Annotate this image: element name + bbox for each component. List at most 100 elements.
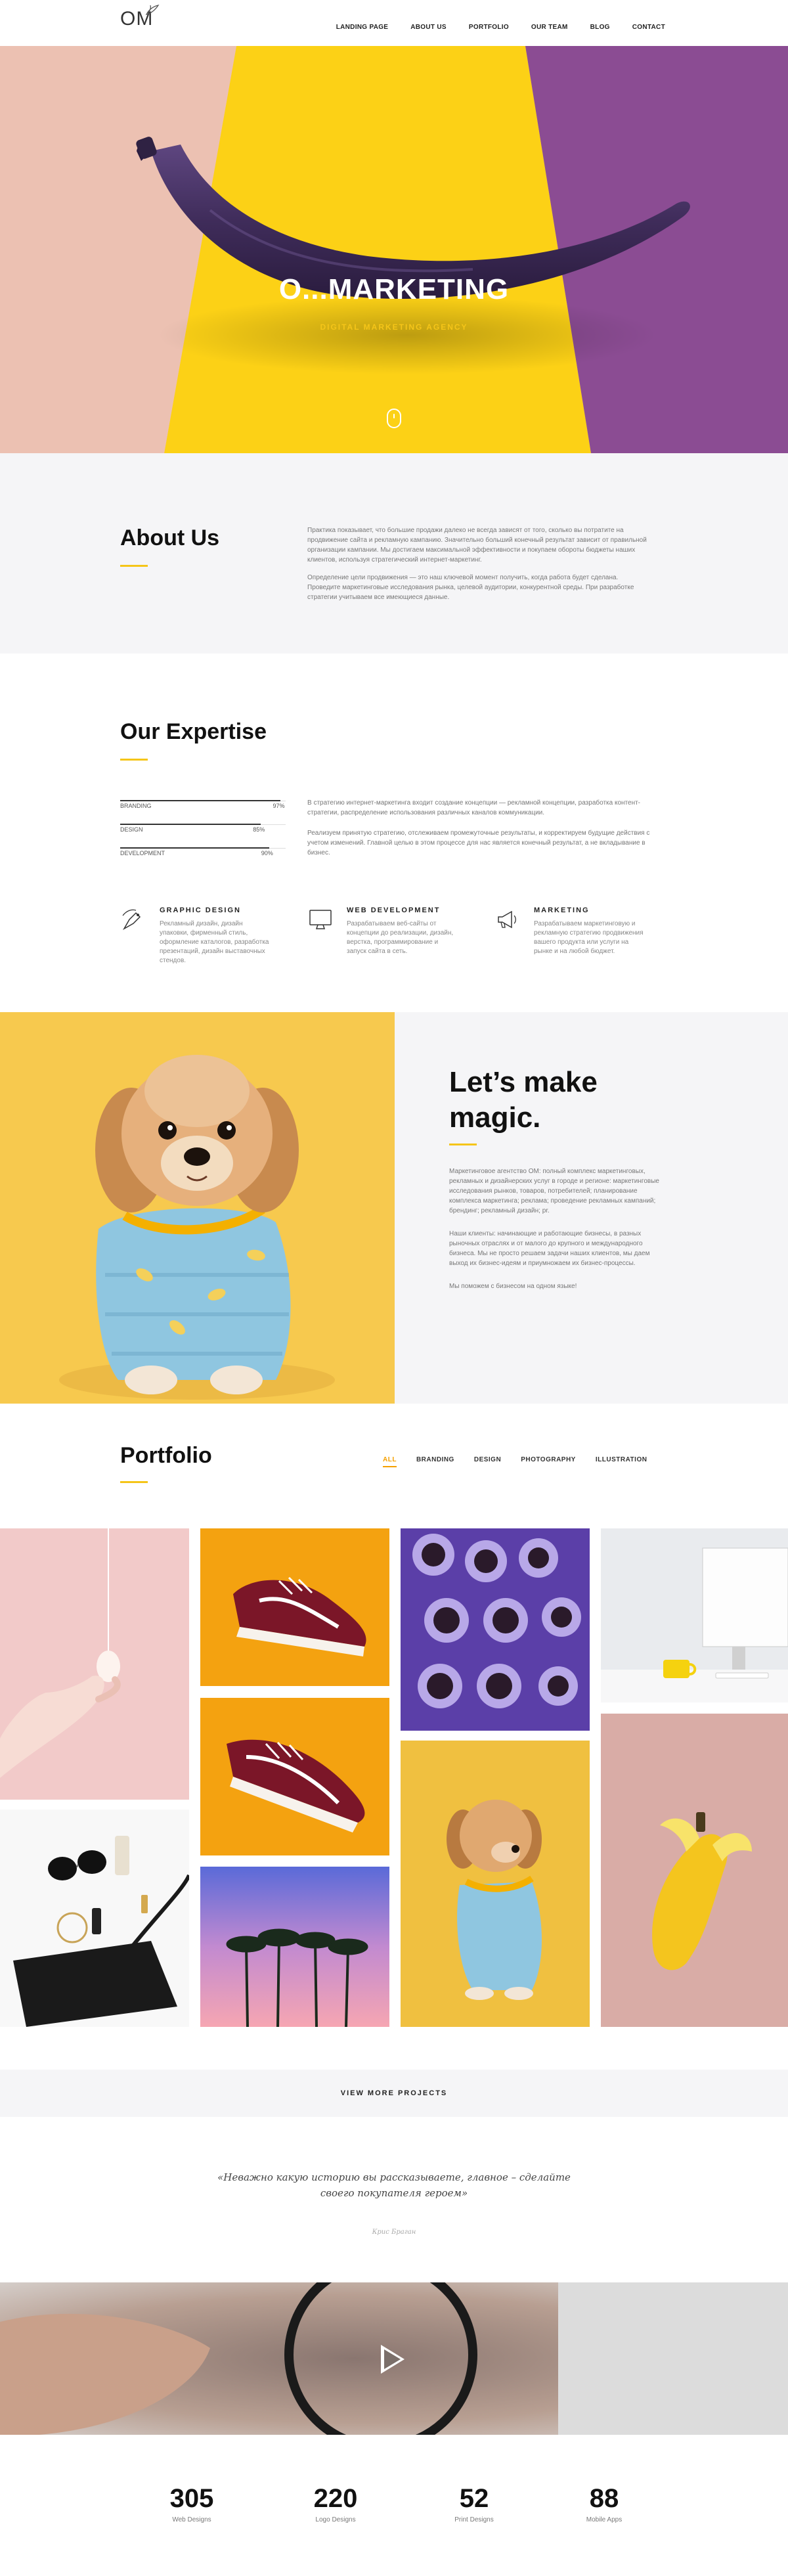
stat-label: Web Designs [172, 2516, 211, 2523]
magic-paragraph: Маркетинговое агентство ОМ: полный компл… [449, 1168, 659, 1214]
filter-photography[interactable]: PHOTOGRAPHY [521, 1456, 576, 1467]
service-title: GRAPHIC DESIGN [160, 906, 241, 914]
portfolio-title: Portfolio [120, 1443, 212, 1468]
about-text: Практика показывает, что большие продажи… [307, 525, 649, 610]
magic-text: Маркетинговое агентство ОМ: полный компл… [449, 1166, 666, 1304]
skill-track [120, 847, 286, 849]
filter-design[interactable]: DESIGN [474, 1456, 501, 1467]
nav-portfolio[interactable]: PORTFOLIO [469, 24, 509, 31]
about-title-underline [120, 565, 148, 567]
desk-image [601, 1528, 788, 1702]
pen-tool-icon [122, 909, 141, 931]
play-icon[interactable] [381, 2345, 405, 2374]
skill-percent: 97% [273, 803, 285, 809]
service-text: Разрабатываем маркетинговую и рекламную … [534, 920, 644, 955]
portfolio-item-sneaker-1[interactable] [200, 1528, 389, 1686]
stat-number: 52 [459, 2484, 489, 2513]
stat-number: 88 [589, 2484, 619, 2513]
banana-image [601, 1714, 788, 2027]
main-nav: LANDING PAGE ABOUT US PORTFOLIO OUR TEAM… [314, 24, 665, 31]
stat-label: Mobile Apps [586, 2516, 623, 2523]
stat-number: 220 [313, 2484, 358, 2513]
about-title: About Us [120, 525, 220, 550]
stat-logo-designs: 220 Logo Designs [290, 2484, 382, 2523]
stat-number: 305 [169, 2484, 214, 2513]
hero-title: O...MARKETING [278, 273, 510, 305]
portfolio-header: Portfolio ALL BRANDING DESIGN PHOTOGRAPH… [0, 1404, 788, 1528]
accessories-image [0, 1810, 189, 2027]
filter-all[interactable]: ALL [383, 1456, 397, 1467]
portfolio-title-underline [120, 1481, 148, 1483]
stats-section: 305 Web Designs 220 Logo Designs 52 Prin… [0, 2435, 788, 2560]
hero-section: O...MARKETING DIGITAL MARKETING AGENCY [0, 46, 788, 453]
portfolio-item-hand[interactable] [0, 1528, 189, 1800]
dog-illustration [0, 1012, 395, 1404]
filter-branding[interactable]: BRANDING [416, 1456, 454, 1467]
skill-percent: 85% [253, 826, 265, 833]
stat-print-designs: 52 Print Designs [428, 2484, 520, 2523]
filter-illustration[interactable]: ILLUSTRATION [596, 1456, 647, 1467]
view-more-projects-button[interactable]: VIEW MORE PROJECTS [0, 2070, 788, 2117]
portfolio-item-banana[interactable] [601, 1714, 788, 2027]
site-header: OM LANDING PAGE ABOUT US PORTFOLIO OUR T… [0, 0, 788, 46]
nav-about-us[interactable]: ABOUT US [410, 24, 447, 31]
skill-development: DEVELOPMENT 90% [120, 847, 286, 856]
expertise-section: Our Expertise BRANDING 97% DESIGN 85% DE… [0, 654, 788, 1012]
magic-title-line: magic. [449, 1101, 541, 1134]
service-text: Рекламный дизайн, дизайн упаковки, фирме… [160, 920, 269, 964]
about-paragraph: Практика показывает, что большие продажи… [307, 527, 647, 564]
magic-title-line: Let’s make [449, 1066, 598, 1098]
nav-blog[interactable]: BLOG [590, 24, 610, 31]
skill-label: DESIGN [120, 826, 143, 833]
portfolio-item-sneaker-2[interactable] [200, 1698, 389, 1855]
hero-banana-image [0, 46, 788, 453]
portfolio-item-cups[interactable] [401, 1528, 590, 1731]
skill-fill [120, 847, 269, 849]
expertise-paragraph: Реализуем принятую стратегию, отслеживае… [307, 830, 650, 856]
service-title: WEB DEVELOPMENT [347, 906, 441, 914]
magic-paragraph: Мы поможем с бизнесом на одном языке! [449, 1283, 577, 1290]
palms-image [200, 1867, 389, 2027]
sneaker-image [200, 1528, 389, 1686]
magic-title-underline [449, 1144, 477, 1145]
nav-contact[interactable]: CONTACT [632, 24, 665, 31]
video-section[interactable] [0, 2282, 788, 2435]
about-paragraph: Определение цели продвижения — это наш к… [307, 574, 634, 601]
hand-image [0, 1528, 189, 1800]
skill-label: DEVELOPMENT [120, 850, 165, 856]
logo[interactable]: OM [120, 4, 160, 30]
quote-section: «Неважно какую историю вы рассказываете,… [0, 2117, 788, 2282]
magic-section: Let’s make magic. Маркетинговое агентств… [0, 1012, 788, 1404]
sneaker-image [200, 1698, 389, 1855]
stat-web-designs: 305 Web Designs [146, 2484, 238, 2523]
magic-paragraph: Наши клиенты: начинающие и работающие би… [449, 1230, 650, 1267]
scroll-mouse-icon[interactable] [387, 409, 401, 428]
portfolio-item-accessories[interactable] [0, 1810, 189, 2027]
magic-content: Let’s make magic. Маркетинговое агентств… [395, 1012, 788, 1404]
skill-percent: 90% [261, 850, 273, 856]
stat-label: Logo Designs [315, 2516, 356, 2523]
portfolio-item-dog[interactable] [401, 1741, 590, 2027]
leaf-icon [145, 4, 160, 15]
expertise-title: Our Expertise [120, 719, 267, 744]
expertise-paragraph: В стратегию интернет-маркетинга входит с… [307, 799, 641, 816]
dog-photo [0, 1012, 395, 1404]
cups-image [401, 1528, 590, 1731]
nav-our-team[interactable]: OUR TEAM [531, 24, 568, 31]
portfolio-grid [0, 1528, 788, 2030]
portfolio-item-palms[interactable] [200, 1867, 389, 2027]
about-section: About Us Практика показывает, что больши… [0, 453, 788, 654]
quote-author: Крис Браган [372, 2229, 416, 2236]
monitor-icon [309, 910, 332, 929]
skill-label: BRANDING [120, 803, 152, 809]
nav-landing-page[interactable]: LANDING PAGE [336, 24, 389, 31]
portfolio-item-desk[interactable] [601, 1528, 788, 1702]
dog-image [401, 1741, 590, 2027]
expertise-title-underline [120, 759, 148, 761]
hero-subtitle: DIGITAL MARKETING AGENCY [320, 322, 468, 332]
skill-fill [120, 824, 261, 825]
quote-text: «Неважно какую историю вы рассказываете,… [0, 2169, 788, 2201]
skill-fill [120, 800, 281, 801]
portfolio-filters: ALL BRANDING DESIGN PHOTOGRAPHY ILLUSTRA… [383, 1456, 667, 1467]
quote-line: «Неважно какую историю вы рассказываете,… [217, 2171, 571, 2183]
